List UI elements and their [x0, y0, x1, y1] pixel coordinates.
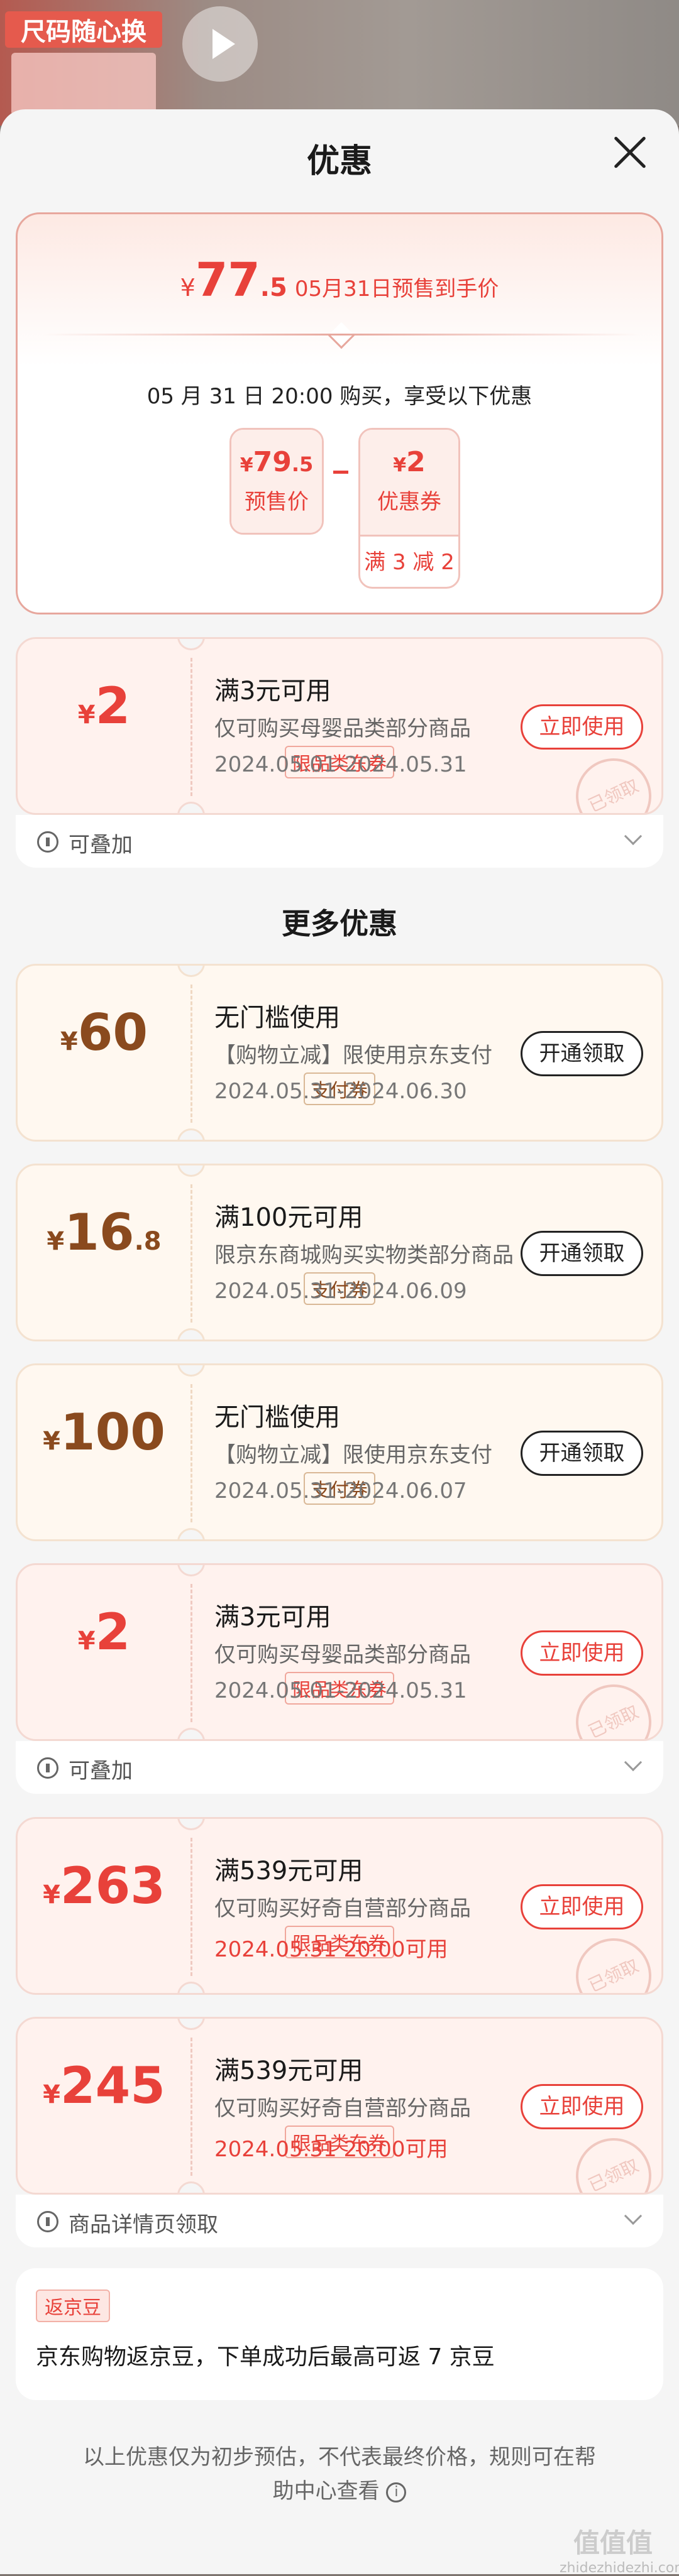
coupon-card: ¥263 限品类东券 满539元可用 仅可购买好奇自营部分商品 2024.05.…	[16, 1817, 663, 1995]
jingdou-card: 返京豆 京东购物返京豆，下单成功后最高可返 7 京豆	[16, 2268, 663, 2400]
buy-time-text: 05 月 31 日 20:00 购买，享受以下优惠	[146, 384, 533, 409]
promo-time-block	[11, 53, 156, 116]
chevron-down-icon[interactable]	[624, 2207, 643, 2225]
received-stamp: 已领取	[563, 2126, 661, 2193]
activate-claim-button[interactable]: 开通领取	[521, 1031, 643, 1076]
received-stamp: 已领取	[563, 1672, 661, 1739]
discount-sheet: 优惠 ¥77.5 05月31日预售到手价 05 月 31 日 20:00 购买，享…	[0, 109, 679, 2576]
background-page-strip: 尺码随心换	[0, 0, 679, 126]
more-discounts-title: 更多优惠	[282, 907, 397, 941]
coupon-date: 2024.05.31 20:00可用	[214, 1937, 448, 1962]
coupon-condition: 满 3 减 2	[364, 550, 455, 575]
coupon-card: ¥2 限品类东券 满3元可用 仅可购买母婴品类部分商品 2024.05.01-2…	[16, 1563, 663, 1741]
stackable-row[interactable]: 可叠加	[16, 815, 663, 868]
coupon-discount-box: ¥2 优惠券 满 3 减 2	[358, 428, 460, 589]
sheet-title: 优惠	[306, 143, 372, 180]
coupon-title: 无门槛使用	[214, 1403, 340, 1432]
received-stamp: 已领取	[563, 746, 661, 813]
coupon-desc: 【购物立减】限使用京东支付	[214, 1043, 492, 1068]
jingdou-tag: 返京豆	[36, 2289, 110, 2322]
page-icon	[37, 2211, 58, 2232]
presale-price-box: ¥79.5 预售价	[229, 428, 324, 535]
activate-claim-button[interactable]: 开通领取	[521, 1231, 643, 1276]
coupon-label: 优惠券	[377, 489, 441, 515]
coupon-card: ¥60 支付券 无门槛使用 【购物立减】限使用京东支付 2024.05.31-2…	[16, 964, 663, 1142]
coupon-date: 2024.05.01-2024.05.31	[214, 1678, 467, 1703]
summary-notch	[328, 322, 355, 349]
coupon-card: ¥16.8 支付券 满100元可用 限京东商城购买实物类部分商品 2024.05…	[16, 1164, 663, 1341]
play-icon[interactable]	[182, 6, 258, 82]
coupon-date: 2024.05.31-2024.06.30	[214, 1079, 467, 1104]
coupon-date: 2024.05.01-2024.05.31	[214, 752, 467, 777]
detail-page-claim-row[interactable]: 商品详情页领取	[16, 2195, 663, 2247]
use-now-button[interactable]: 立即使用	[521, 704, 643, 750]
chevron-down-icon[interactable]	[624, 827, 643, 846]
activate-claim-button[interactable]: 开通领取	[521, 1431, 643, 1476]
coupon-card: ¥2 限品类东券 满3元可用 仅可购买母婴品类部分商品 2024.05.01-2…	[16, 637, 663, 815]
coupon-card: ¥100 支付券 无门槛使用 【购物立减】限使用京东支付 2024.05.31-…	[16, 1363, 663, 1541]
coupon-desc: 仅可购买母婴品类部分商品	[214, 716, 471, 741]
close-icon[interactable]	[611, 133, 649, 171]
use-now-button[interactable]: 立即使用	[521, 1884, 643, 1929]
presale-label: 预售价	[245, 489, 309, 515]
coupon-desc: 仅可购买母婴品类部分商品	[214, 1642, 471, 1667]
stack-icon	[37, 1757, 58, 1779]
final-price: ¥77.5 05月31日预售到手价	[180, 253, 499, 307]
coupon-desc: 仅可购买好奇自营部分商品	[214, 1896, 471, 1921]
stackable-row[interactable]: 可叠加	[16, 1741, 663, 1794]
coupon-date: 2024.05.31-2024.06.09	[214, 1279, 467, 1304]
coupon-title: 满3元可用	[214, 677, 331, 706]
coupon-desc: 【购物立减】限使用京东支付	[214, 1443, 492, 1468]
price-summary-card: ¥77.5 05月31日预售到手价 05 月 31 日 20:00 购买，享受以下…	[16, 212, 663, 614]
coupon-title: 满100元可用	[214, 1203, 363, 1232]
received-stamp: 已领取	[563, 1926, 661, 1993]
stack-icon	[37, 831, 58, 853]
minus-sign	[333, 471, 348, 474]
watermark: 值值值 zhidezhidezhi.com	[560, 2528, 679, 2576]
jingdou-text: 京东购物返京豆，下单成功后最高可返 7 京豆	[36, 2344, 495, 2370]
use-now-button[interactable]: 立即使用	[521, 1630, 643, 1676]
promo-tag: 尺码随心换	[5, 11, 162, 48]
coupon-date: 2024.05.31 20:00可用	[214, 2137, 448, 2162]
coupon-title: 满3元可用	[214, 1603, 331, 1632]
disclaimer: 以上优惠仅为初步预估，不代表最终价格，规则可在帮助中心查看 i	[83, 2445, 596, 2504]
coupon-title: 无门槛使用	[214, 1003, 340, 1032]
info-icon[interactable]: i	[386, 2482, 407, 2502]
summary-divider	[43, 334, 640, 336]
coupon-card: ¥245 限品类东券 满539元可用 仅可购买好奇自营部分商品 2024.05.…	[16, 2017, 663, 2195]
coupon-desc: 仅可购买好奇自营部分商品	[214, 2096, 471, 2121]
coupon-desc: 限京东商城购买实物类部分商品	[214, 1243, 514, 1268]
coupon-title: 满539元可用	[214, 2056, 363, 2085]
chevron-down-icon[interactable]	[624, 1753, 643, 1772]
coupon-date: 2024.05.31-2024.06.07	[214, 1478, 467, 1504]
coupon-title: 满539元可用	[214, 1857, 363, 1886]
use-now-button[interactable]: 立即使用	[521, 2084, 643, 2129]
